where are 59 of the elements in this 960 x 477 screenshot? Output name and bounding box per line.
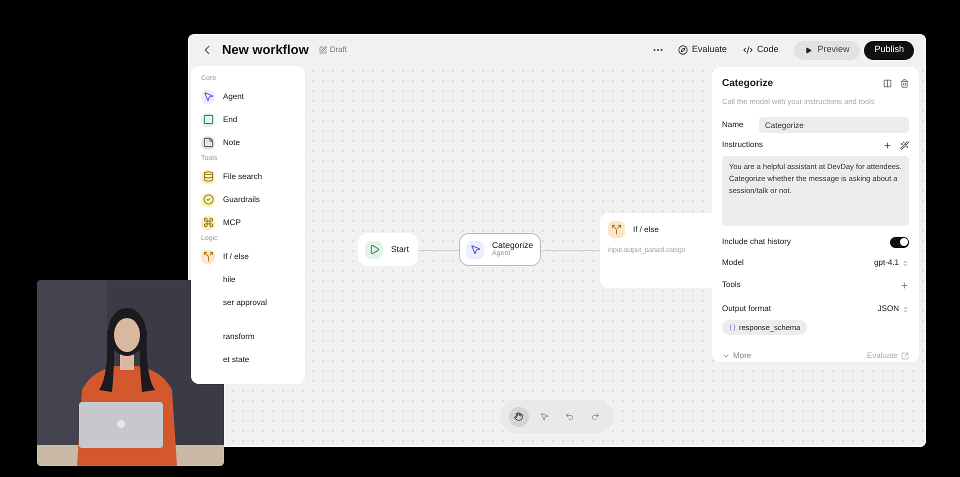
wand-icon[interactable] <box>900 140 909 150</box>
palette-item[interactable]: End <box>201 108 295 131</box>
compass-icon <box>678 45 688 55</box>
cursor-icon <box>466 240 484 258</box>
more-toggle[interactable]: More <box>722 350 752 362</box>
palette-item[interactable]: ransform <box>201 325 295 348</box>
field-label: Include chat history <box>722 236 791 248</box>
field-label: Model <box>722 257 744 270</box>
palette-item[interactable]: hile <box>201 268 295 291</box>
palette-item[interactable]: If / else <box>201 245 295 268</box>
draft-badge: Draft <box>318 44 348 56</box>
field-label: Output format <box>722 303 771 316</box>
split-icon <box>201 250 215 264</box>
start-node[interactable]: Start <box>358 233 418 266</box>
add-icon[interactable] <box>883 140 892 150</box>
note-icon <box>201 136 215 150</box>
publish-button[interactable]: Publish <box>864 40 914 60</box>
add-icon[interactable] <box>900 280 909 290</box>
delete-icon[interactable] <box>900 79 909 88</box>
palette-item[interactable]: MCP <box>201 211 295 234</box>
name-field[interactable]: Categorize <box>759 117 909 134</box>
model-select[interactable]: gpt-4.1 <box>874 257 909 270</box>
node-title: Start <box>391 244 409 254</box>
play-icon <box>805 46 812 54</box>
node-title: If / else <box>633 224 659 236</box>
hand-icon[interactable] <box>508 406 529 426</box>
code-icon <box>742 45 753 55</box>
palette-item[interactable]: ser approval <box>201 291 295 314</box>
palette-item[interactable]: Note <box>201 131 295 154</box>
toggle-switch[interactable] <box>890 236 909 248</box>
palette-item[interactable]: et state <box>201 348 295 371</box>
connector-line <box>545 250 600 251</box>
field-label: Instructions <box>722 139 763 152</box>
external-link-icon <box>901 352 909 360</box>
format-select[interactable]: JSON <box>878 303 909 316</box>
up-down-icon <box>902 306 909 313</box>
check-circle-icon <box>201 192 215 206</box>
evaluate-button[interactable]: Evaluate <box>678 43 727 57</box>
node-title: Categorize <box>492 240 534 250</box>
connector-line <box>418 250 459 251</box>
chevron-down-icon <box>722 352 730 360</box>
field-label: Tools <box>722 279 741 292</box>
palette-item[interactable]: File search <box>201 165 295 188</box>
preview-button[interactable]: Preview <box>794 40 860 60</box>
panel-icon[interactable] <box>883 79 892 88</box>
split-icon <box>608 221 625 238</box>
cursor-icon <box>201 90 215 104</box>
code-button[interactable]: Code <box>742 43 778 57</box>
panel-title: Categorize <box>722 77 774 91</box>
up-down-icon <box>902 260 909 267</box>
play-icon <box>365 240 383 258</box>
palette-item[interactable]: Guardrails <box>201 188 295 211</box>
cylinder-icon <box>201 170 215 184</box>
square-icon <box>201 112 215 126</box>
field-label: Name <box>722 119 744 132</box>
palette-item[interactable]: Agent <box>201 85 295 108</box>
braces-icon <box>729 324 736 332</box>
command-icon <box>201 216 215 230</box>
workflow-title: New workflow <box>222 41 309 60</box>
